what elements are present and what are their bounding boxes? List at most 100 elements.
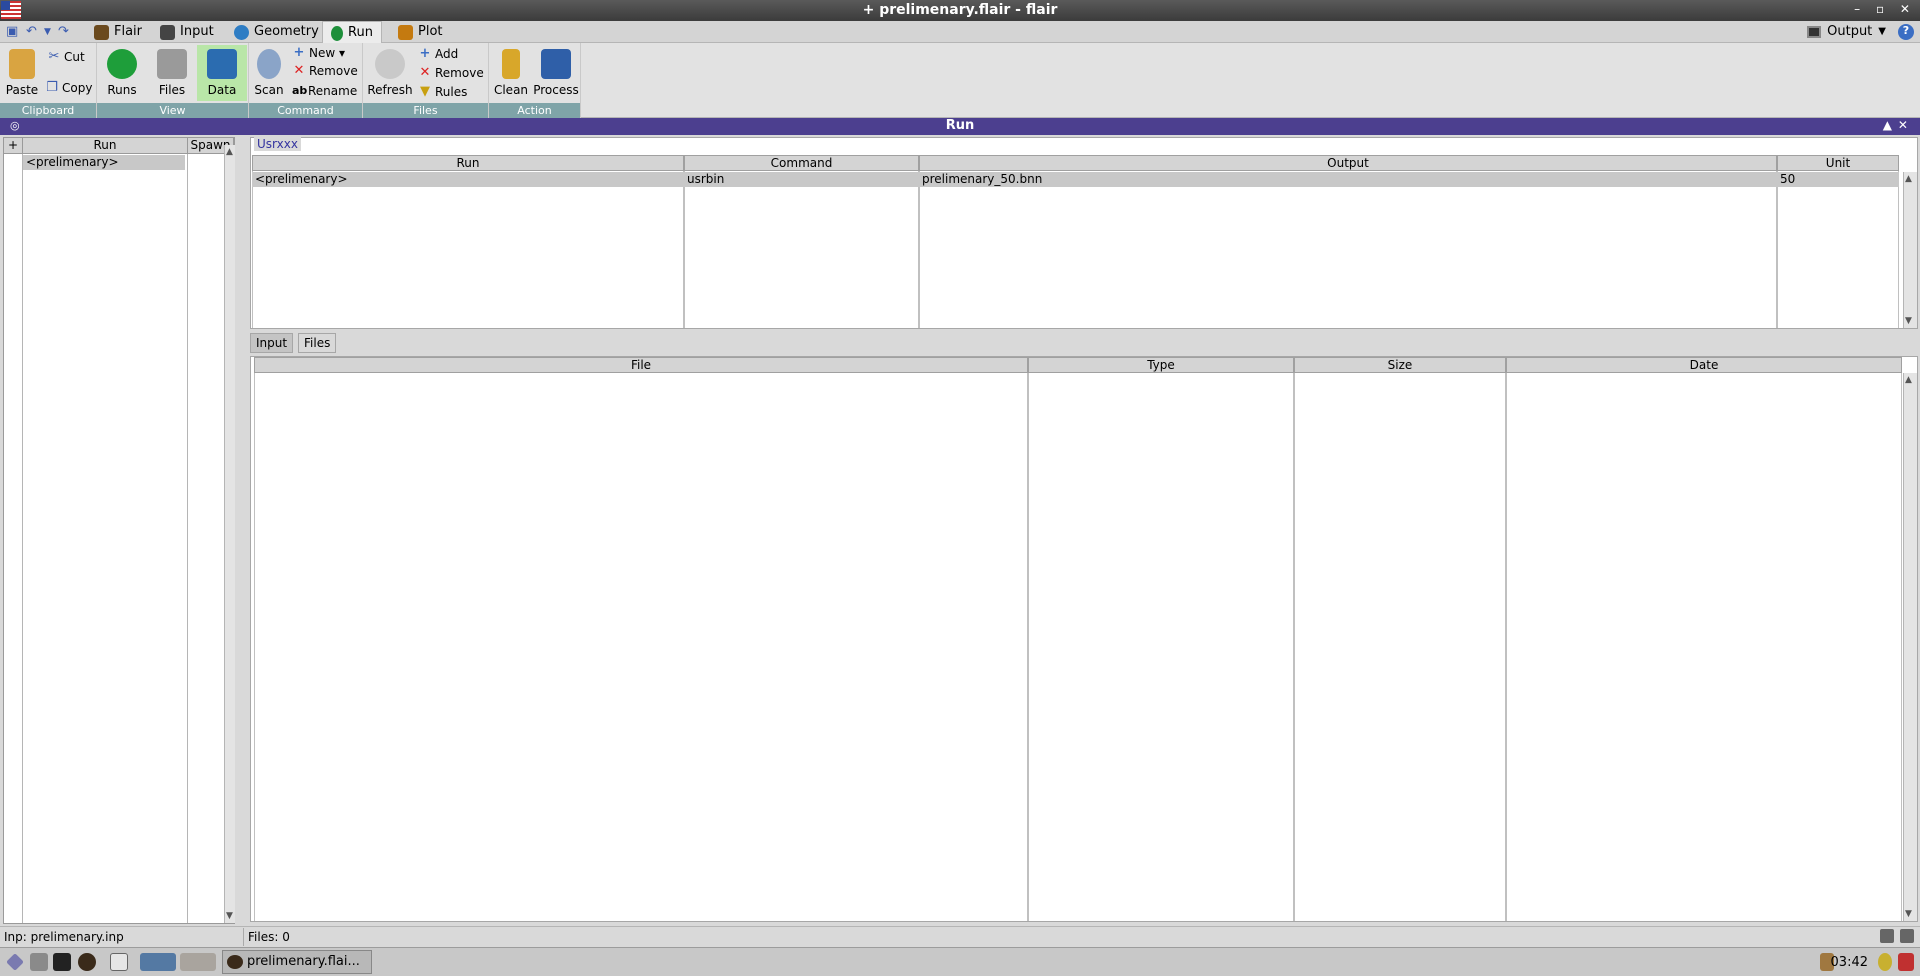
tab-input[interactable]: Input	[250, 333, 294, 353]
usrxxx-output-cell[interactable]: prelimenary_50.bnn	[919, 172, 1777, 187]
type-column-header[interactable]: Type	[1028, 357, 1294, 373]
process-button[interactable]: Process	[531, 49, 581, 97]
run-column	[252, 171, 684, 328]
new-label: New ▾	[309, 46, 346, 60]
runs-button[interactable]: Runs	[97, 49, 147, 97]
date-column-header[interactable]: Date	[1506, 357, 1902, 373]
usrxxx-unit-cell[interactable]: 50	[1777, 172, 1899, 187]
workspace-1[interactable]	[140, 953, 176, 971]
scroll-up-icon[interactable]: ▲	[226, 147, 233, 157]
command-column	[684, 171, 919, 328]
clock: 03:42	[1830, 955, 1868, 970]
cut-button[interactable]: ✂ Cut	[48, 50, 85, 64]
add-button[interactable]: + Add	[419, 47, 459, 61]
rename-icon: ab	[292, 84, 308, 97]
scroll-down-icon[interactable]: ▼	[226, 911, 233, 921]
undo-icon[interactable]: ↶	[26, 24, 37, 39]
usrxxx-scrollbar[interactable]: ▲ ▼	[1903, 172, 1917, 328]
tools-icon[interactable]	[1900, 929, 1914, 943]
date-column	[1506, 373, 1902, 921]
size-column-header[interactable]: Size	[1294, 357, 1506, 373]
plus-icon: +	[293, 45, 305, 60]
files-icon[interactable]	[30, 953, 48, 971]
output-dropdown[interactable]: Output ▼	[1807, 24, 1886, 39]
tab-label: Run	[348, 25, 373, 40]
run-column-header[interactable]: Run	[23, 138, 188, 154]
window-icon[interactable]	[110, 953, 128, 971]
redo-icon[interactable]: ↷	[58, 24, 69, 39]
runner-icon	[107, 49, 137, 79]
scroll-down-icon[interactable]: ▼	[1905, 909, 1912, 919]
run-list-scrollbar[interactable]: ▲ ▼	[224, 145, 235, 923]
notification-icon[interactable]	[1878, 953, 1892, 971]
copy-label: Copy	[62, 81, 93, 95]
files-button[interactable]: Files	[147, 49, 197, 97]
menu-icon[interactable]	[6, 953, 24, 971]
rename-label: Rename	[308, 84, 358, 98]
remove-command-button[interactable]: ✕ Remove	[293, 64, 358, 78]
tab-flair[interactable]: Flair	[86, 21, 150, 43]
row-marker-column	[4, 154, 23, 923]
magnifier-icon	[257, 49, 281, 79]
group-command: Scan + New ▾ ✕ Remove ab Rename Command	[249, 43, 363, 118]
runner-icon	[331, 26, 343, 41]
refresh-icon	[375, 49, 405, 79]
list-item[interactable]: <prelimenary>	[23, 155, 185, 170]
scroll-down-icon[interactable]: ▼	[1905, 316, 1912, 326]
add-run-button[interactable]: +	[4, 138, 23, 154]
output-label: Output	[1827, 24, 1873, 39]
terminal-icon[interactable]	[1880, 929, 1894, 943]
tab-files[interactable]: Files	[298, 333, 337, 353]
remove-label: Remove	[309, 64, 358, 78]
tab-geometry[interactable]: Geometry	[226, 21, 327, 43]
logout-icon[interactable]	[1898, 953, 1914, 971]
help-icon[interactable]: ?	[1898, 24, 1914, 40]
refresh-label: Refresh	[367, 83, 413, 97]
data-button[interactable]: Data	[197, 45, 247, 101]
group-label: Clipboard	[0, 103, 96, 118]
terminal-icon[interactable]	[53, 953, 71, 971]
output-column-header[interactable]: Output	[919, 155, 1777, 171]
workspace-2[interactable]	[180, 953, 216, 971]
scan-button[interactable]: Scan	[249, 49, 289, 97]
usrxxx-command-cell[interactable]: usrbin	[684, 172, 919, 187]
usrxxx-run-cell[interactable]: <prelimenary>	[252, 172, 684, 187]
copy-button[interactable]: ❐ Copy	[46, 81, 92, 95]
process-label: Process	[533, 83, 579, 97]
remove-files-button[interactable]: ✕ Remove	[419, 66, 484, 80]
files-scrollbar[interactable]: ▲ ▼	[1903, 373, 1917, 921]
tab-label: Geometry	[254, 24, 319, 39]
tab-run[interactable]: Run	[322, 21, 382, 43]
group-label: Files	[363, 103, 488, 118]
undo-dropdown-icon[interactable]: ▼	[44, 27, 51, 37]
flair-icon[interactable]	[78, 953, 96, 971]
usrxxx-label: Usrxxx	[254, 137, 301, 151]
run-column-header[interactable]: Run	[252, 155, 684, 171]
group-label: Action	[489, 103, 580, 118]
taskbar-window-item[interactable]: prelimenary.flai...	[222, 950, 372, 974]
unit-column-header[interactable]: Unit	[1777, 155, 1899, 171]
clean-button[interactable]: Clean	[489, 49, 533, 97]
flair-icon	[227, 955, 243, 969]
window-controls[interactable]: – ▫ ✕	[1854, 2, 1916, 16]
panel-controls[interactable]: ▲✕	[1883, 118, 1914, 132]
tab-input[interactable]: Input	[152, 21, 222, 43]
new-button[interactable]: + New ▾	[293, 46, 345, 60]
input-icon	[160, 25, 175, 40]
scroll-up-icon[interactable]: ▲	[1905, 174, 1912, 184]
refresh-button[interactable]: Refresh	[365, 49, 415, 97]
save-icon[interactable]: ▣	[6, 24, 18, 39]
rules-button[interactable]: ▼ Rules	[419, 85, 467, 99]
command-column-header[interactable]: Command	[684, 155, 919, 171]
status-input-file: Inp: prelimenary.inp	[4, 930, 124, 944]
scan-label: Scan	[254, 83, 284, 97]
status-files-count: Files: 0	[248, 930, 290, 944]
file-column-header[interactable]: File	[254, 357, 1028, 373]
rename-button[interactable]: ab Rename	[292, 84, 357, 98]
scroll-up-icon[interactable]: ▲	[1905, 375, 1912, 385]
paste-button[interactable]: Paste	[0, 49, 44, 97]
tab-plot[interactable]: Plot	[390, 21, 451, 43]
title-bar: + prelimenary.flair - flair – ▫ ✕	[0, 0, 1920, 21]
paste-label: Paste	[5, 83, 39, 97]
remove-label: Remove	[435, 66, 484, 80]
